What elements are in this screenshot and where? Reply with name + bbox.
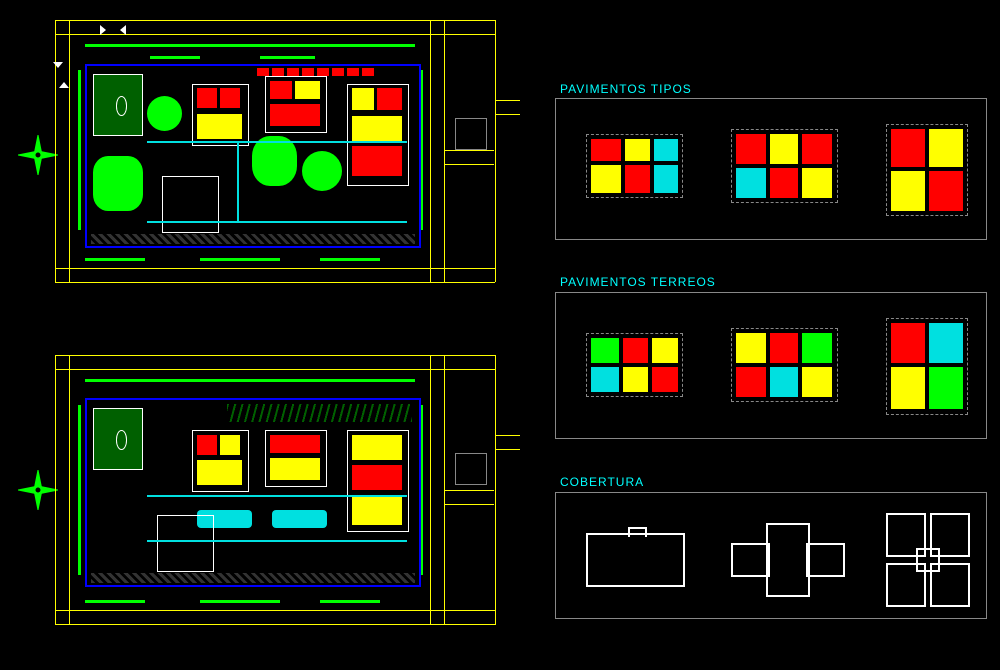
dimension-bar: [320, 600, 380, 603]
dimension-bar: [78, 70, 81, 230]
site-lot-bottom: [85, 398, 421, 587]
basketball-court-icon: [93, 408, 143, 470]
roof-plan-c: [886, 513, 966, 603]
section-box-cobertura: [555, 492, 987, 619]
dimension-bar: [85, 258, 145, 261]
section-box-terreos: [555, 292, 987, 439]
cad-drawing-canvas: PAVIMENTOS TIPOS PAVIMENTOS TERREOS: [0, 0, 1000, 670]
dimension-bar: [260, 56, 315, 59]
roof-plan-b: [731, 523, 841, 593]
roof-plan-a: [586, 533, 685, 587]
compass-rose-icon: [18, 135, 58, 175]
dimension-bar: [85, 44, 415, 47]
dimension-bar: [200, 258, 280, 261]
floorplan-terreo-c: [886, 318, 968, 415]
section-box-tipos: [555, 98, 987, 240]
dimension-bar: [150, 56, 200, 59]
floorplan-tipo-c: [886, 124, 968, 216]
compass-rose-icon: [18, 470, 58, 510]
floorplan-tipo-b: [731, 129, 838, 203]
floorplan-tipo-a: [586, 134, 683, 198]
floorplan-terreo-a: [586, 333, 683, 397]
dimension-bar: [85, 379, 415, 382]
dimension-bar: [320, 258, 380, 261]
basketball-court-icon: [93, 74, 143, 136]
section-label-cobertura: COBERTURA: [560, 475, 644, 489]
section-label-terreos: PAVIMENTOS TERREOS: [560, 275, 716, 289]
dimension-bar: [85, 600, 145, 603]
floorplan-terreo-b: [731, 328, 838, 402]
dimension-bar: [200, 600, 280, 603]
dimension-bar: [78, 405, 81, 575]
site-lot-top: [85, 64, 421, 248]
section-label-tipos: PAVIMENTOS TIPOS: [560, 82, 692, 96]
